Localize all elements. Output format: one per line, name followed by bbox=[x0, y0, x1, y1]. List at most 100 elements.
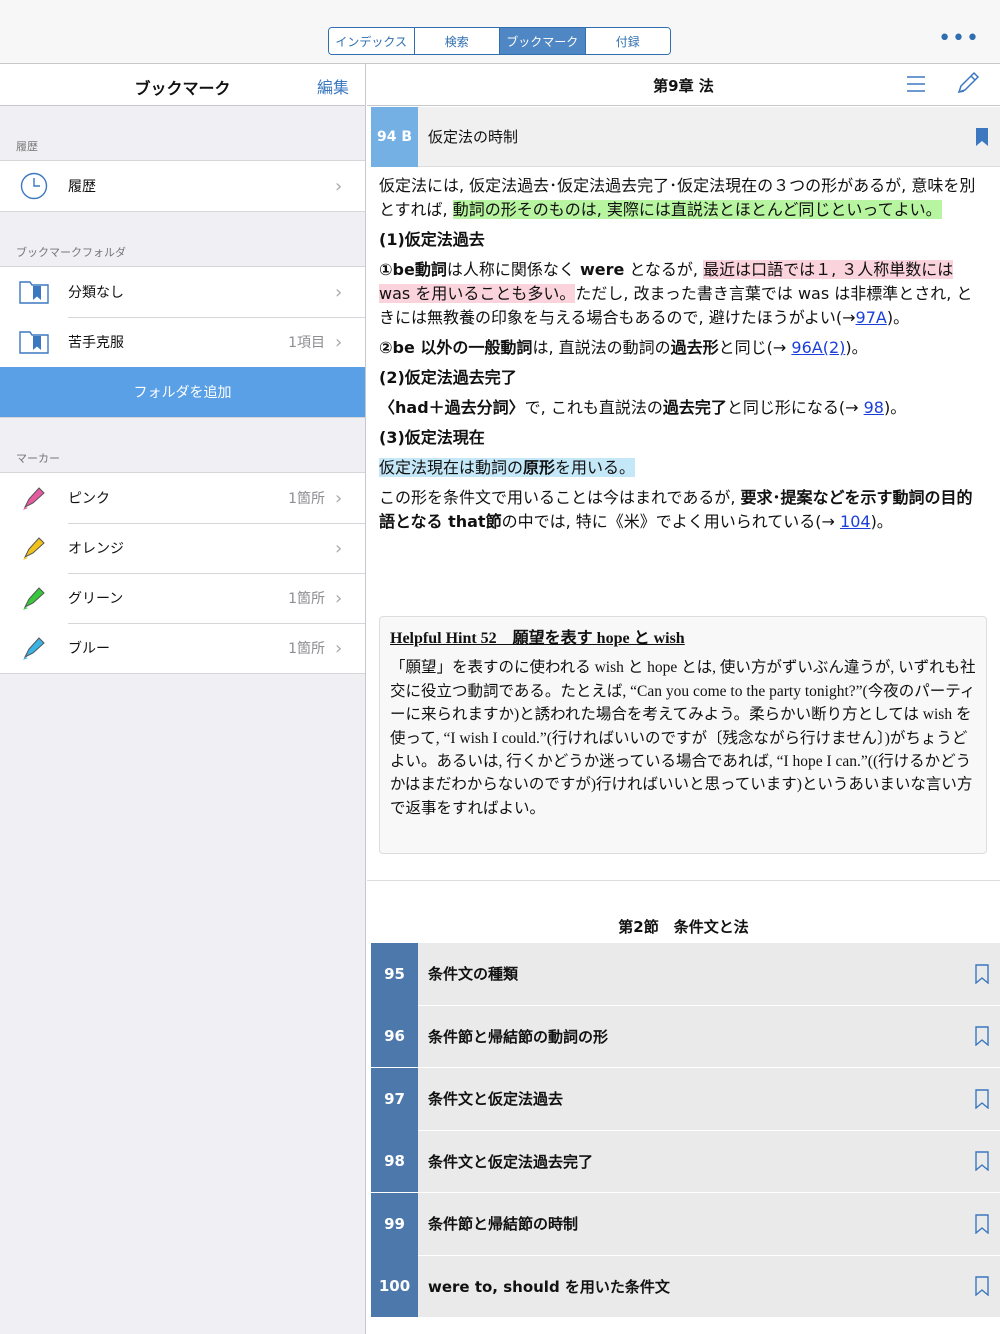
top-toolbar: インデックス 検索 ブックマーク 付録 ••• bbox=[0, 0, 1000, 64]
toc-title: 条件節と帰結節の動詞の形 bbox=[428, 1027, 609, 1046]
chevron-right-icon: › bbox=[335, 331, 343, 353]
folder-section-label: ブックマークフォルダ bbox=[16, 246, 126, 259]
bookmark-outline-icon[interactable] bbox=[964, 1089, 1000, 1109]
orange-marker-icon bbox=[0, 535, 68, 561]
bookmark-outline-icon[interactable] bbox=[964, 1026, 1000, 1047]
content-pane: 第9章 法 94 B 仮定法の時制 仮定法には, 仮定法過去･仮定法過去完了･仮… bbox=[367, 64, 1000, 1334]
toc-number: 97 bbox=[371, 1067, 418, 1130]
toc-title: 条件節と帰結節の時制 bbox=[428, 1215, 579, 1234]
chevron-right-icon: › bbox=[335, 281, 343, 303]
marker-label: ブルー bbox=[68, 641, 110, 657]
chevron-right-icon: › bbox=[335, 487, 343, 509]
marker-count: 1箇所 bbox=[288, 591, 325, 607]
marker-label: ピンク bbox=[68, 491, 110, 507]
paragraph: ②be 以外の一般動詞は, 直説法の動詞の過去形と同じ(→ 96A(2))。 bbox=[379, 338, 868, 357]
chevron-right-icon: › bbox=[335, 637, 343, 659]
toc-item[interactable]: 100 were to, should を用いた条件文 bbox=[371, 1255, 1000, 1318]
blue-marker-icon bbox=[0, 635, 68, 661]
folder-list: 分類なし › 苦手克服 1項目 › フォルダを追加 bbox=[0, 266, 365, 418]
toc-item[interactable]: 95 条件文の種類 bbox=[371, 942, 1000, 1006]
folder-item[interactable]: 苦手克服 1項目 › bbox=[0, 317, 365, 367]
tab-search[interactable]: 検索 bbox=[414, 28, 500, 54]
paragraph: 仮定法には, 仮定法過去･仮定法過去完了･仮定法現在の３つの形があるが, 意味を… bbox=[379, 176, 976, 219]
list-icon[interactable] bbox=[905, 74, 927, 98]
paragraph: 仮定法現在は動詞の原形を用いる。 bbox=[379, 456, 979, 480]
folder-item[interactable]: 分類なし › bbox=[0, 267, 365, 317]
cross-ref-link[interactable]: 97A bbox=[856, 308, 887, 327]
bookmark-outline-icon[interactable] bbox=[964, 1214, 1000, 1234]
more-icon[interactable]: ••• bbox=[938, 28, 980, 50]
toc-number: 100 bbox=[371, 1255, 418, 1318]
toc-number: 98 bbox=[371, 1130, 418, 1193]
folder-count: 1項目 bbox=[288, 335, 325, 351]
bookmark-outline-icon[interactable] bbox=[964, 1276, 1000, 1297]
subheading: (3)仮定法現在 bbox=[379, 428, 485, 447]
add-folder-button[interactable]: フォルダを追加 bbox=[0, 367, 365, 417]
bookmark-outline-icon[interactable] bbox=[964, 1151, 1000, 1172]
marker-count: 1箇所 bbox=[288, 491, 325, 507]
helpful-hint-box: Helpful Hint 52 願望を表す hope と wish 「願望」を表… bbox=[379, 616, 987, 854]
sidebar-title: ブックマーク bbox=[134, 79, 231, 98]
subheading: (2)仮定法過去完了 bbox=[379, 368, 517, 387]
marker-item-pink[interactable]: ピンク 1箇所 › bbox=[0, 473, 365, 523]
bookmark-filled-icon[interactable] bbox=[964, 127, 1000, 147]
marker-count: 1箇所 bbox=[288, 641, 325, 657]
content-header: 第9章 法 bbox=[367, 64, 1000, 106]
blue-highlight: 仮定法現在は動詞の原形を用いる。 bbox=[379, 458, 636, 477]
bookmark-outline-icon[interactable] bbox=[964, 964, 1000, 984]
toc-number: 96 bbox=[371, 1005, 418, 1068]
folder-label: 分類なし bbox=[68, 285, 124, 301]
hint-title: Helpful Hint 52 願望を表す hope と wish bbox=[390, 630, 685, 647]
toc-number: 95 bbox=[371, 942, 418, 1005]
history-section-label: 履歴 bbox=[16, 140, 38, 153]
toc-item[interactable]: 97 条件文と仮定法過去 bbox=[371, 1067, 1000, 1131]
marker-list: ピンク 1箇所 › オレンジ › グリーン 1箇所 › ブルー 1箇所 › bbox=[0, 472, 365, 674]
section-heading[interactable]: 94 B 仮定法の時制 bbox=[371, 106, 1000, 167]
article-body: 仮定法には, 仮定法過去･仮定法過去完了･仮定法現在の３つの形があるが, 意味を… bbox=[379, 174, 979, 540]
hint-body: 「願望」を表すのに使われる wish と hope とは, 使い方がずいぶん違う… bbox=[390, 659, 976, 817]
history-list: 履歴 › bbox=[0, 160, 365, 212]
tab-index[interactable]: インデックス bbox=[329, 28, 415, 54]
cross-ref-link[interactable]: 96A(2) bbox=[791, 338, 845, 357]
tab-bookmark[interactable]: ブックマーク bbox=[500, 28, 586, 54]
toc-list: 95 条件文の種類 96 条件節と帰結節の動詞の形 97 条件文と仮定法過去 9… bbox=[371, 942, 1000, 1318]
chevron-right-icon: › bbox=[335, 587, 343, 609]
sidebar-header: ブックマーク 編集 bbox=[0, 64, 365, 106]
marker-item-green[interactable]: グリーン 1箇所 › bbox=[0, 573, 365, 623]
toc-item[interactable]: 98 条件文と仮定法過去完了 bbox=[371, 1130, 1000, 1193]
folder-bookmark-icon bbox=[0, 330, 68, 354]
bookmark-sidebar: ブックマーク 編集 履歴 履歴 › ブックマークフォルダ 分類なし › 苦手克服 bbox=[0, 64, 366, 1334]
pen-icon[interactable] bbox=[955, 70, 981, 100]
toc-title: 条件文と仮定法過去 bbox=[428, 1090, 564, 1109]
section-title: 仮定法の時制 bbox=[428, 128, 519, 146]
toc-title: 条件文の種類 bbox=[428, 965, 519, 984]
marker-item-blue[interactable]: ブルー 1箇所 › bbox=[0, 623, 365, 673]
toc-item[interactable]: 99 条件節と帰結節の時制 bbox=[371, 1192, 1000, 1256]
edit-button[interactable]: 編集 bbox=[317, 74, 349, 98]
green-marker-icon bbox=[0, 585, 68, 611]
marker-section-label: マーカー bbox=[16, 452, 60, 465]
toc-item[interactable]: 96 条件節と帰結節の動詞の形 bbox=[371, 1005, 1000, 1068]
folder-bookmark-icon bbox=[0, 280, 68, 304]
toc-number: 99 bbox=[371, 1192, 418, 1255]
history-item[interactable]: 履歴 › bbox=[0, 161, 365, 211]
green-highlight: 動詞の形そのものは, 実際には直説法とほとんど同じといってよい。 bbox=[452, 200, 942, 219]
section-number: 94 B bbox=[371, 106, 418, 167]
cross-ref-link[interactable]: 104 bbox=[840, 512, 871, 531]
chevron-right-icon: › bbox=[335, 175, 343, 197]
toc-title: were to, should を用いた条件文 bbox=[428, 1277, 670, 1296]
section-2-title: 第2節 条件文と法 bbox=[618, 918, 749, 936]
divider bbox=[367, 880, 1000, 881]
marker-label: グリーン bbox=[68, 591, 124, 607]
clock-icon bbox=[0, 172, 68, 200]
paragraph: 〈had＋過去分詞〉で, これも直説法の過去完了と同じ形になる(→ 98)。 bbox=[379, 398, 907, 417]
cross-ref-link[interactable]: 98 bbox=[864, 398, 884, 417]
paragraph: ①be動詞は人称に関係なく were となるが, 最近は口語では１, ３人称単数… bbox=[379, 260, 973, 327]
pink-marker-icon bbox=[0, 485, 68, 511]
tab-appendix[interactable]: 付録 bbox=[585, 28, 670, 54]
history-item-label: 履歴 bbox=[68, 179, 96, 195]
marker-item-orange[interactable]: オレンジ › bbox=[0, 523, 365, 573]
toc-title: 条件文と仮定法過去完了 bbox=[428, 1152, 594, 1171]
chevron-right-icon: › bbox=[335, 537, 343, 559]
marker-label: オレンジ bbox=[68, 541, 124, 557]
